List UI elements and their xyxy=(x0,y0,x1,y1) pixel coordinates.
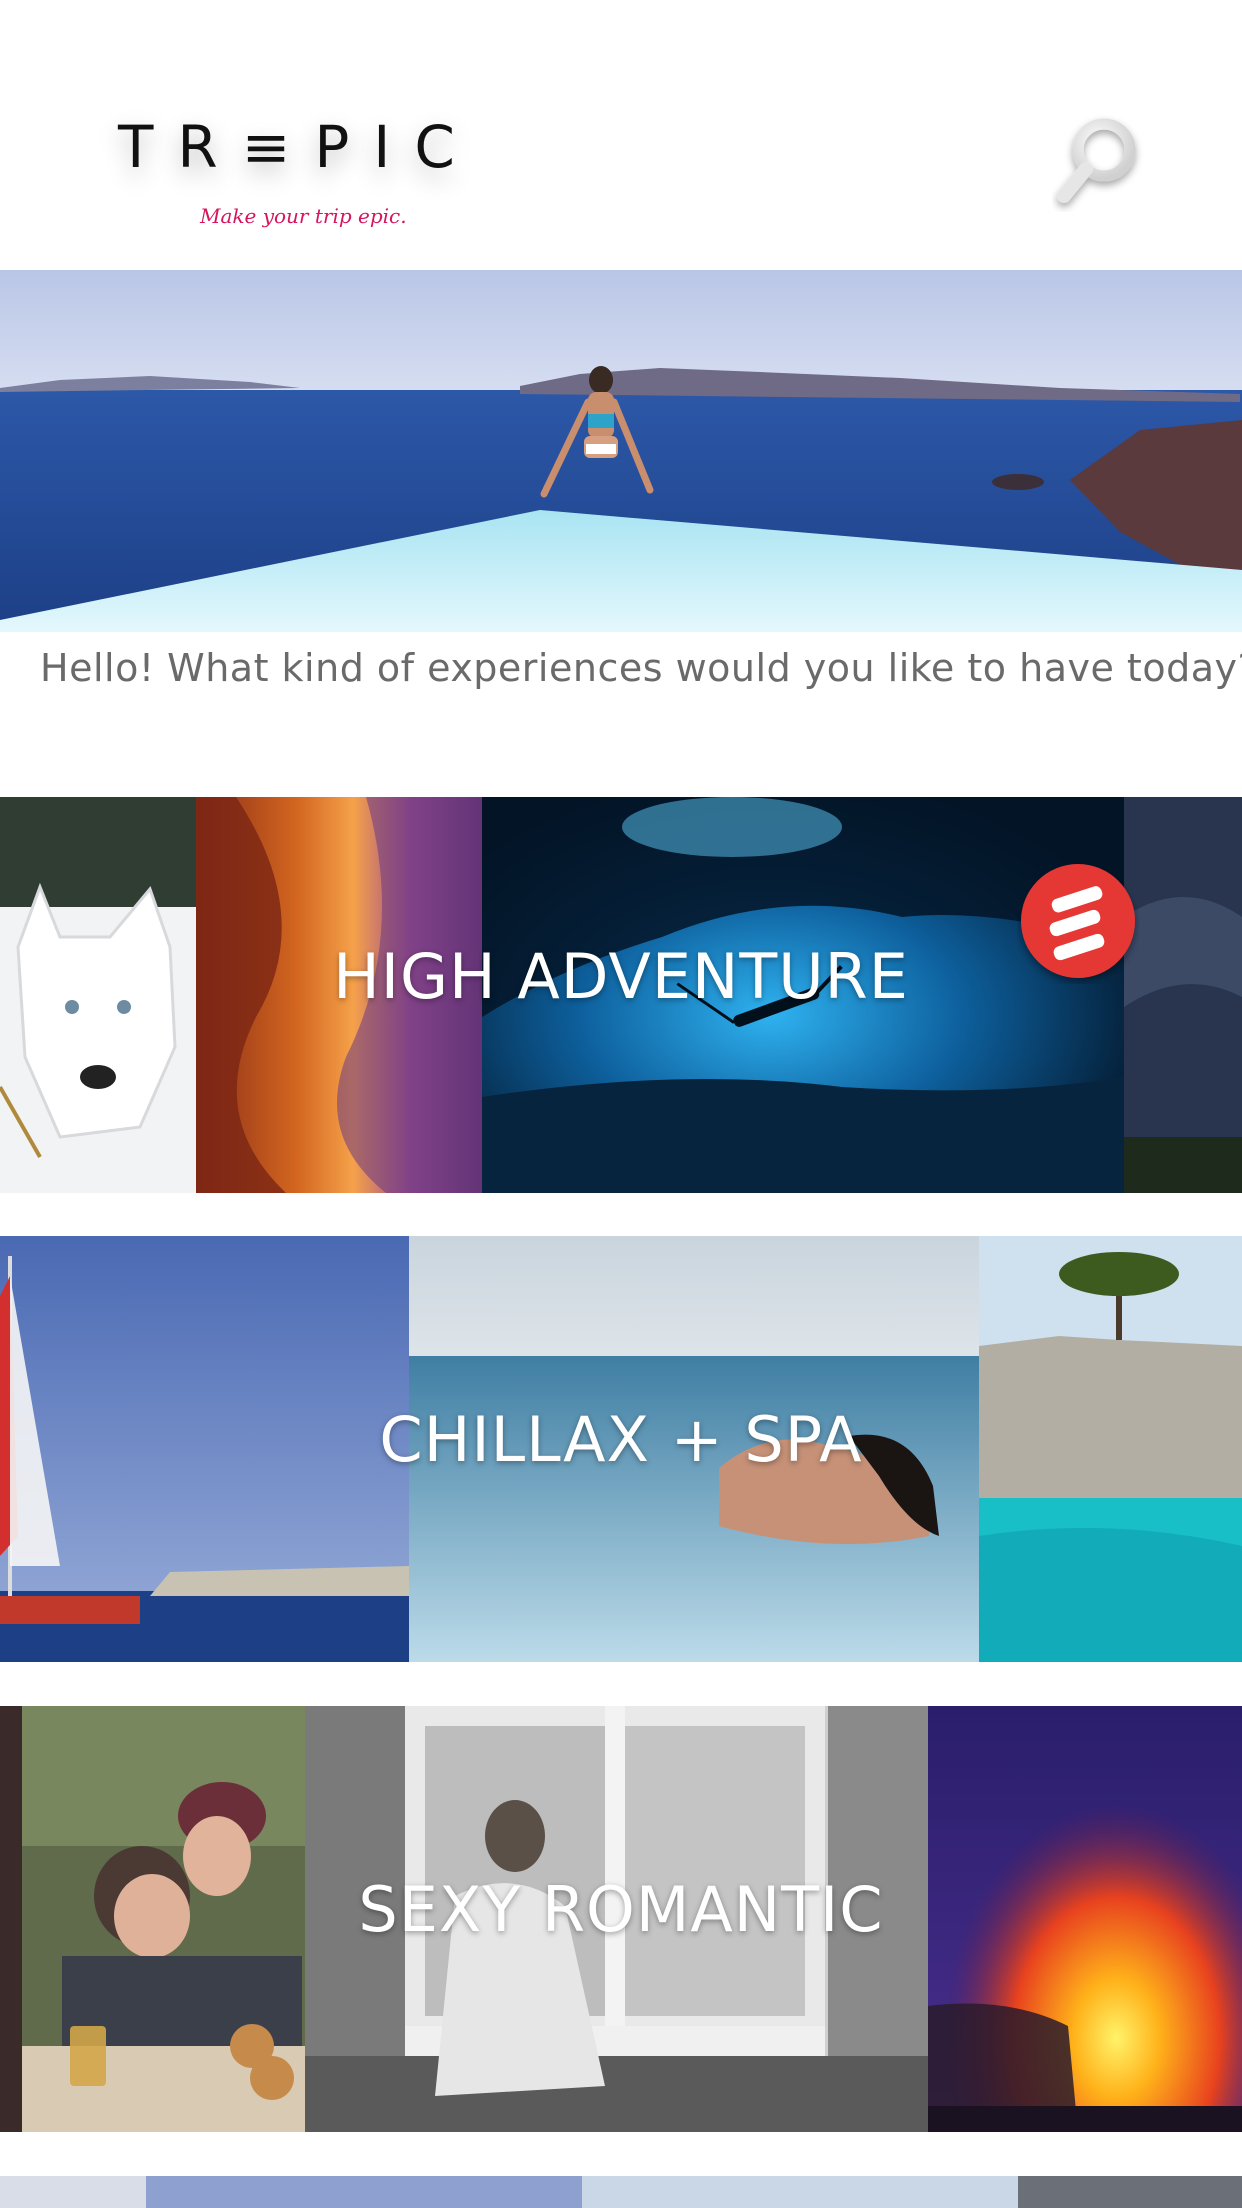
partial-photo-1 xyxy=(0,2176,146,2208)
hero-photo xyxy=(0,270,1242,632)
logo-wordmark: TR≡PIC xyxy=(118,113,479,181)
category-next-partial[interactable] xyxy=(0,2176,1242,2208)
partial-photo-2 xyxy=(146,2176,582,2208)
partial-photo-3 xyxy=(582,2176,1018,2208)
trepic-logo[interactable]: TR≡PIC Make your trip epic. xyxy=(118,118,468,248)
category-label: SEXY ROMANTIC xyxy=(358,1873,884,1946)
logo-tagline: Make your trip epic. xyxy=(200,204,407,228)
search-icon xyxy=(1057,118,1136,203)
trepic-badge-button[interactable] xyxy=(1017,862,1139,984)
greeting-text: Hello! What kind of experiences would yo… xyxy=(40,646,1242,690)
app-header: TR≡PIC Make your trip epic. xyxy=(0,0,1242,270)
partial-photo-4 xyxy=(1018,2176,1242,2208)
category-label: CHILLAX + SPA xyxy=(379,1403,863,1476)
category-chillax-spa[interactable]: CHILLAX + SPA xyxy=(0,1236,1242,1662)
trepic-logo-badge-icon xyxy=(1021,864,1135,978)
category-sexy-romantic[interactable]: SEXY ROMANTIC xyxy=(0,1706,1242,2132)
category-high-adventure[interactable]: HIGH ADVENTURE xyxy=(0,797,1242,1193)
search-button[interactable] xyxy=(1052,112,1144,212)
hero-image xyxy=(0,270,1242,632)
